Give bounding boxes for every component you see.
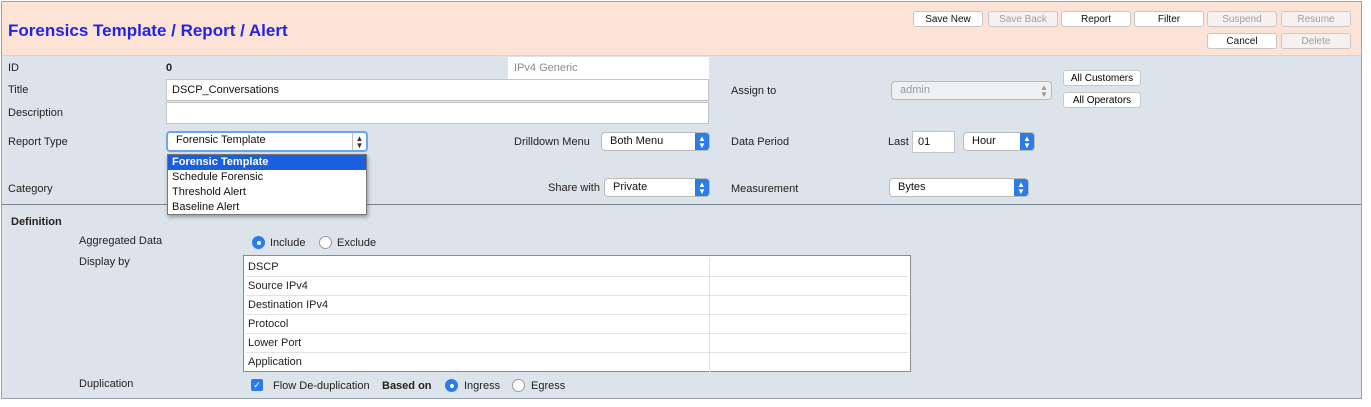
title-label: Title xyxy=(8,84,29,96)
measurement-value: Bytes xyxy=(898,181,926,193)
drilldown-label: Drilldown Menu xyxy=(514,136,590,148)
dropdown-option[interactable]: Forensic Template xyxy=(168,155,366,170)
dropdown-option[interactable]: Baseline Alert xyxy=(168,200,366,215)
duplication-label: Duplication xyxy=(79,378,134,390)
based-on-label: Based on xyxy=(382,380,432,392)
last-count-input[interactable]: 01 xyxy=(912,131,955,153)
report-type-value: Forensic Template xyxy=(176,134,266,146)
table-row[interactable]: Destination IPv4 xyxy=(246,296,908,315)
chevron-updown-icon: ▲ ▼ xyxy=(695,179,709,196)
check-icon: ✓ xyxy=(253,380,261,390)
chevron-updown-icon: ▲ ▼ xyxy=(1040,83,1048,99)
share-with-label: Share with xyxy=(548,182,600,194)
chevron-updown-icon: ▲ ▼ xyxy=(1020,133,1034,150)
share-with-select[interactable]: Private ▲ ▼ xyxy=(604,178,710,197)
description-label: Description xyxy=(8,107,64,119)
drilldown-select[interactable]: Both Menu ▲ ▼ xyxy=(601,132,710,151)
dropdown-option[interactable]: Threshold Alert xyxy=(168,185,366,200)
category-label: Category xyxy=(8,183,53,195)
period-unit-select[interactable]: Hour ▲ ▼ xyxy=(963,132,1035,151)
report-type-label: Report Type xyxy=(8,136,68,148)
table-row[interactable]: DSCP xyxy=(246,258,908,277)
dropdown-option[interactable]: Schedule Forensic xyxy=(168,170,366,185)
chevron-updown-icon: ▲ ▼ xyxy=(695,133,709,150)
period-unit-value: Hour xyxy=(972,135,996,147)
table-cell: Protocol xyxy=(246,315,710,333)
assign-to-label: Assign to xyxy=(731,85,777,97)
table-cell: Source IPv4 xyxy=(246,277,710,295)
table-cell: Application xyxy=(246,353,710,372)
include-radio[interactable] xyxy=(252,236,265,249)
measurement-label: Measurement xyxy=(731,183,799,195)
report-type-select[interactable]: Forensic Template ▲ ▼ xyxy=(166,131,368,152)
template-type-field: IPv4 Generic xyxy=(508,57,709,79)
chevron-updown-icon: ▲ ▼ xyxy=(1014,179,1028,196)
table-row[interactable]: Application xyxy=(246,353,908,372)
flow-dedup-label: Flow De-duplication xyxy=(273,380,370,392)
drilldown-value: Both Menu xyxy=(610,135,664,147)
report-button[interactable]: Report xyxy=(1061,11,1131,27)
egress-label: Egress xyxy=(531,380,566,392)
report-type-dropdown: Forensic Template Schedule Forensic Thre… xyxy=(167,154,367,215)
save-new-button[interactable]: Save New xyxy=(913,11,983,27)
suspend-button[interactable]: Suspend xyxy=(1207,11,1277,27)
page-title: Forensics Template / Report / Alert xyxy=(8,21,288,40)
flow-dedup-checkbox[interactable]: ✓ xyxy=(251,379,263,391)
description-input[interactable] xyxy=(166,102,709,124)
definition-heading: Definition xyxy=(11,216,62,228)
chevron-updown-icon: ▲ ▼ xyxy=(352,133,366,150)
id-label: ID xyxy=(8,62,19,74)
measurement-select[interactable]: Bytes ▲ ▼ xyxy=(889,178,1029,197)
id-value: 0 xyxy=(166,62,173,74)
all-customers-button[interactable]: All Customers xyxy=(1063,70,1141,86)
display-by-table: DSCP Source IPv4 Destination IPv4 Protoc… xyxy=(243,255,911,372)
forensics-panel: Forensics Template / Report / Alert Save… xyxy=(1,1,1362,399)
resume-button[interactable]: Resume xyxy=(1281,11,1351,27)
egress-radio[interactable] xyxy=(512,379,525,392)
aggregated-data-label: Aggregated Data xyxy=(79,235,163,247)
ingress-label: Ingress xyxy=(464,380,501,392)
table-row[interactable]: Source IPv4 xyxy=(246,277,908,296)
share-with-value: Private xyxy=(613,181,648,193)
delete-button[interactable]: Delete xyxy=(1281,33,1351,49)
table-cell: DSCP xyxy=(246,258,710,276)
exclude-label: Exclude xyxy=(337,237,377,249)
table-cell: Lower Port xyxy=(246,334,710,352)
filter-button[interactable]: Filter xyxy=(1134,11,1204,27)
title-input[interactable]: DSCP_Conversations xyxy=(166,79,709,101)
include-label: Include xyxy=(270,237,306,249)
assign-to-select[interactable]: admin ▲ ▼ xyxy=(891,81,1052,100)
exclude-radio[interactable] xyxy=(319,236,332,249)
table-row[interactable]: Lower Port xyxy=(246,334,908,353)
table-cell: Destination IPv4 xyxy=(246,296,710,314)
all-operators-button[interactable]: All Operators xyxy=(1063,92,1141,108)
last-label: Last xyxy=(888,136,909,148)
display-by-label: Display by xyxy=(79,256,130,268)
ingress-radio[interactable] xyxy=(445,379,458,392)
save-back-button[interactable]: Save Back xyxy=(988,11,1058,27)
data-period-label: Data Period xyxy=(731,136,790,148)
assign-to-value: admin xyxy=(900,84,930,96)
table-row[interactable]: Protocol xyxy=(246,315,908,334)
header-bar: Forensics Template / Report / Alert Save… xyxy=(2,2,1361,56)
cancel-button[interactable]: Cancel xyxy=(1207,33,1277,49)
